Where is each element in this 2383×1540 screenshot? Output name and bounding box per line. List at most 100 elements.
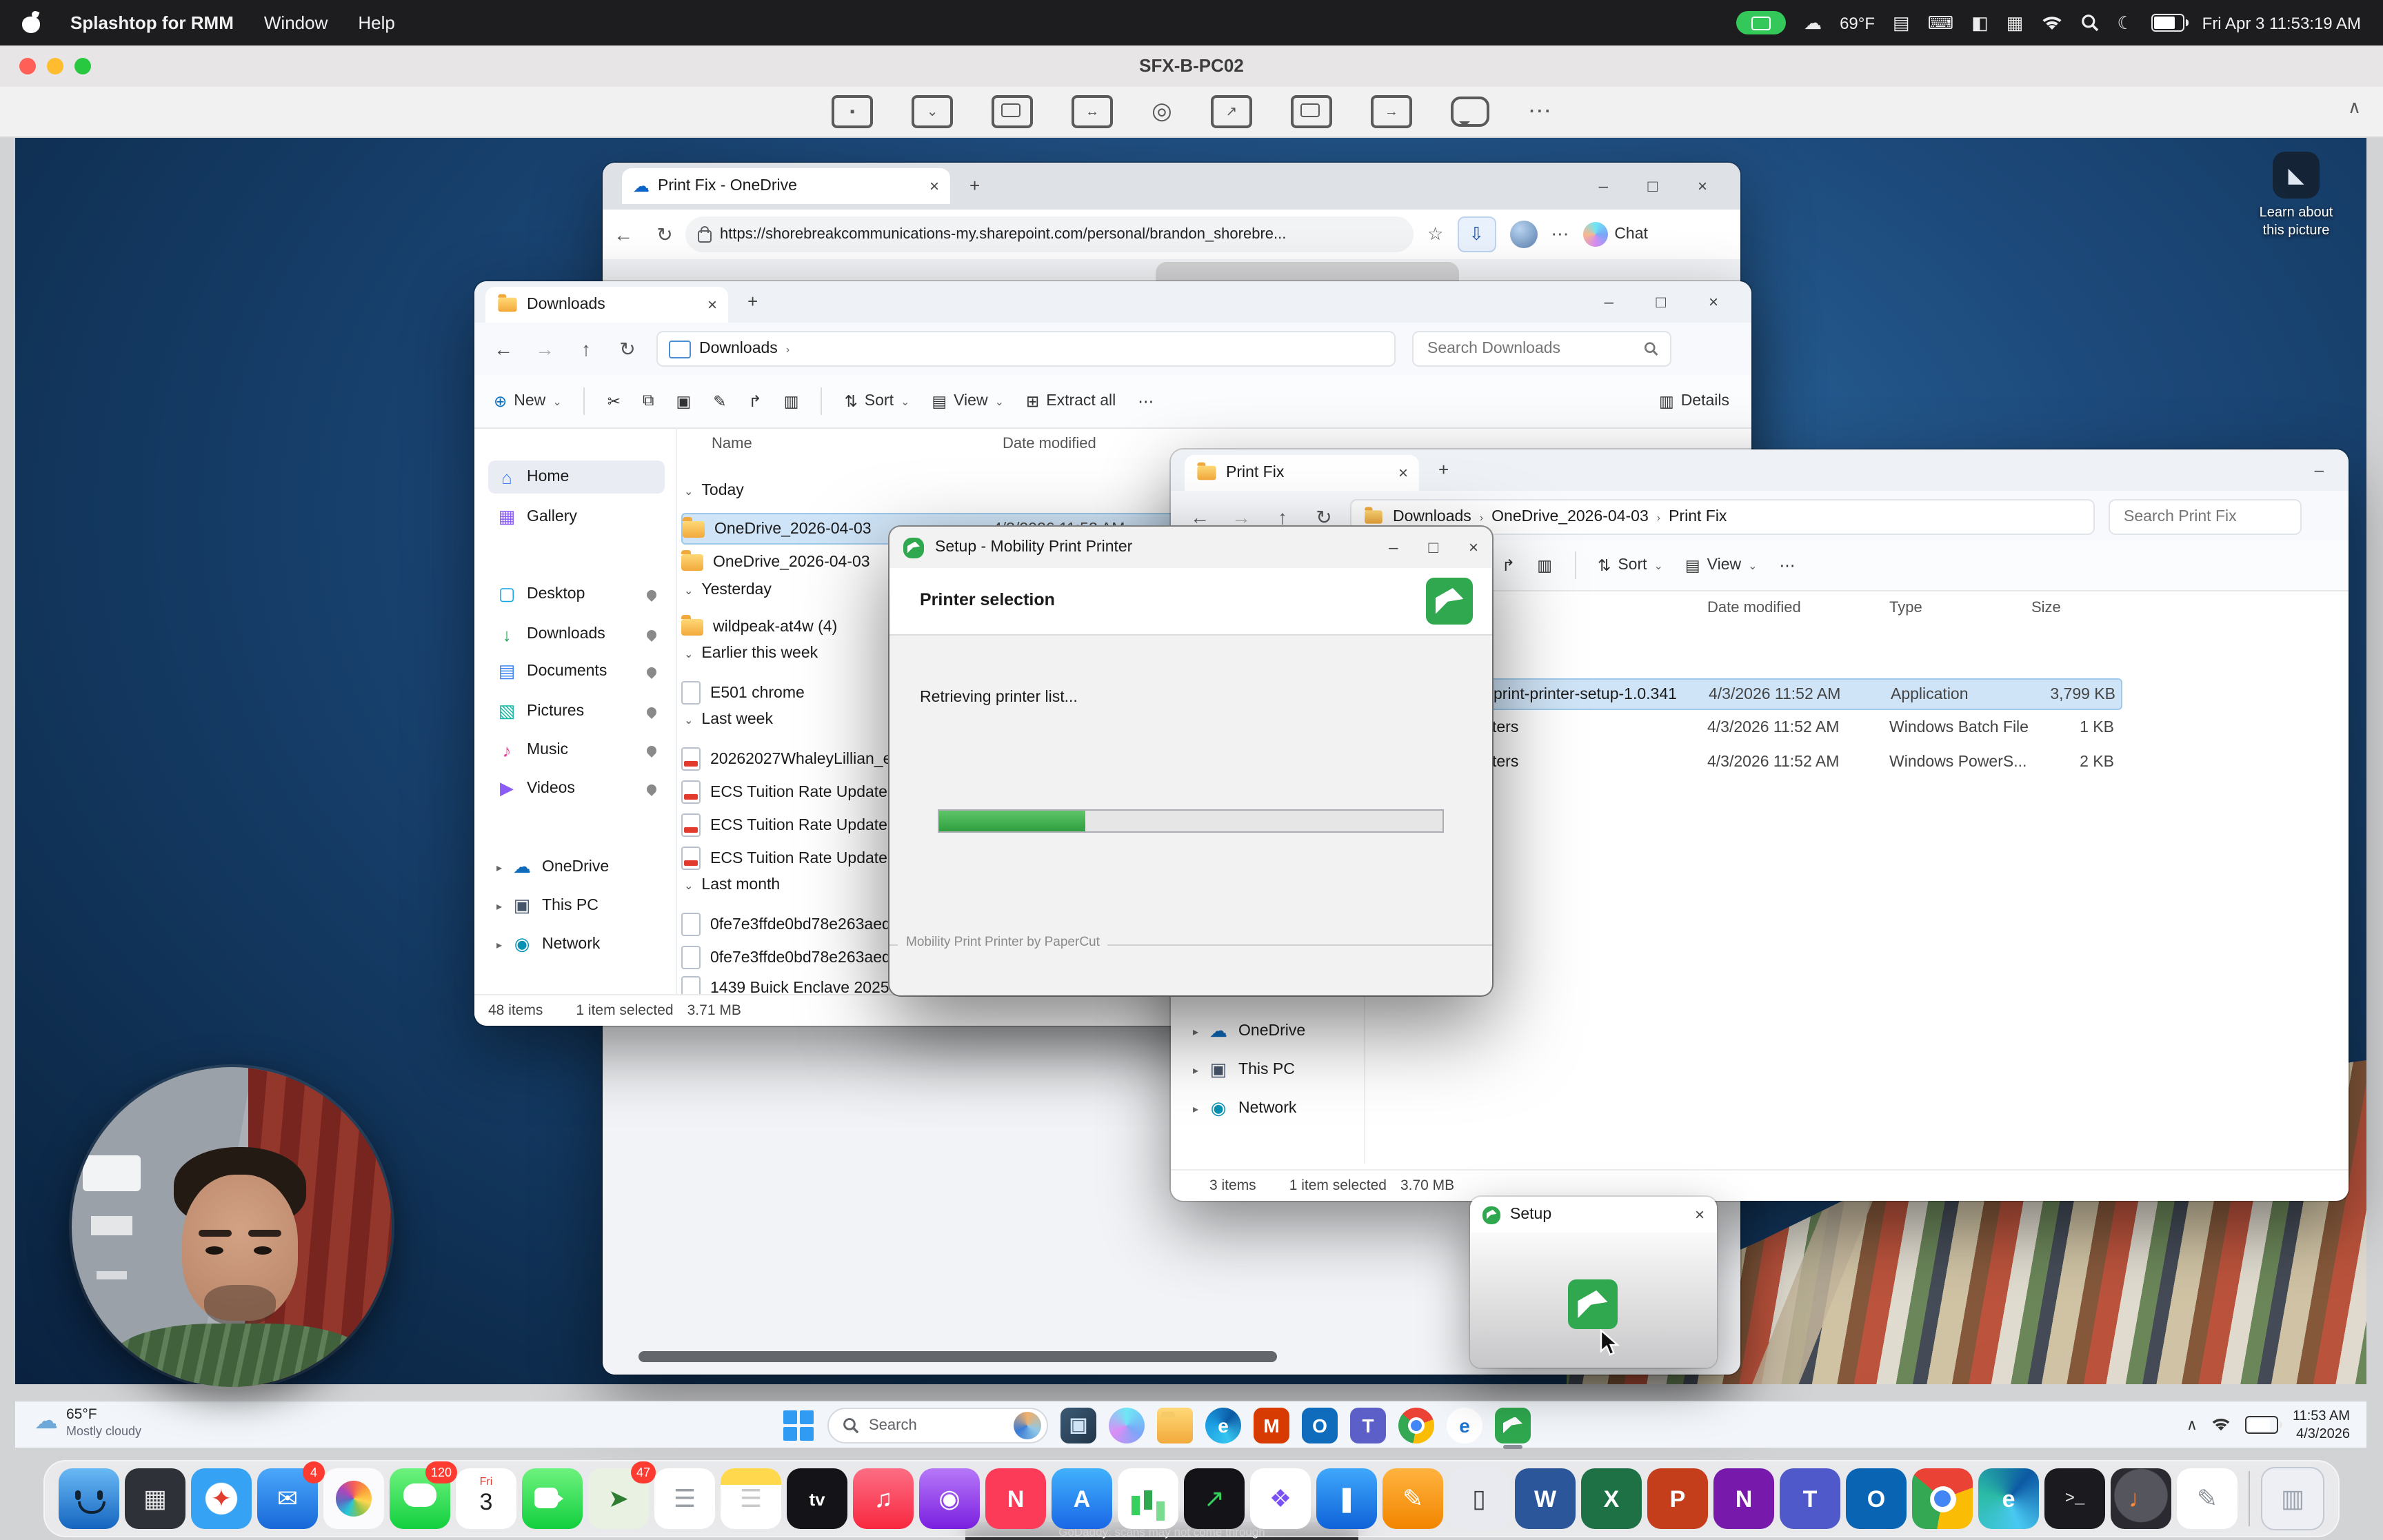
more-options-icon[interactable]: ⋯	[1528, 98, 1551, 125]
maximize-icon[interactable]: □	[1656, 292, 1667, 312]
sidebar-item-videos[interactable]: ▶Videos	[488, 772, 665, 805]
sidebar-item-pictures[interactable]: ▧Pictures	[488, 695, 665, 728]
screen-recording-indicator[interactable]	[1736, 11, 1786, 34]
taskbar-app-internet-explorer[interactable]: e	[1447, 1407, 1482, 1443]
sidebar-item-documents[interactable]: ▤Documents	[488, 655, 665, 688]
sidebar-item-this-pc[interactable]: ▸▣This PC	[488, 889, 665, 922]
dock-item-music[interactable]: ♫	[853, 1468, 914, 1529]
breadcrumb-onedrive-folder[interactable]: OneDrive_2026-04-03	[1491, 509, 1649, 525]
dock-item-reminders[interactable]: ☰	[654, 1468, 715, 1529]
group-last-week[interactable]: ⌄Last week	[684, 711, 773, 728]
rename-icon[interactable]: ✎	[713, 392, 726, 411]
breadcrumb-print-fix[interactable]: Print Fix	[1669, 509, 1727, 525]
dock-item-news[interactable]: N	[985, 1468, 1046, 1529]
dock-item-keynote[interactable]: ❚	[1316, 1468, 1377, 1529]
monitor-select-icon[interactable]: ⌄	[912, 95, 953, 128]
grid-icon[interactable]: ▦	[2007, 12, 2024, 34]
app-menu[interactable]: Splashtop for RMM	[70, 12, 234, 33]
cloud-status-icon[interactable]: ☁	[1804, 12, 1822, 34]
dock-item-notes[interactable]: ☰	[721, 1468, 781, 1529]
dock-item-freeform[interactable]: ❖	[1250, 1468, 1311, 1529]
menubar-clock[interactable]: Fri Apr 3 11:53:19 AM	[2202, 13, 2361, 32]
search-input[interactable]	[1425, 339, 1636, 358]
dock-item-photos[interactable]	[323, 1468, 384, 1529]
back-icon[interactable]: ←	[1179, 506, 1220, 528]
extract-all-button[interactable]: ⊞ Extract all	[1026, 392, 1116, 411]
close-icon[interactable]: ×	[1709, 292, 1718, 312]
hidden-icons-chevron[interactable]: ∧	[2186, 1416, 2198, 1434]
dock-item-finder[interactable]	[59, 1468, 119, 1529]
search-box[interactable]	[1412, 331, 1671, 367]
paste-icon[interactable]: ▣	[676, 392, 691, 411]
dock-item-facetime[interactable]	[522, 1468, 583, 1529]
downloads-tab[interactable]: Downloads ×	[485, 287, 728, 323]
delete-icon[interactable]: ▥	[1537, 556, 1552, 575]
dock-item-textedit[interactable]: ✎	[2177, 1468, 2238, 1529]
learn-about-this-picture[interactable]: ◣ Learn about this picture	[2237, 152, 2355, 240]
taskbar-app-edge[interactable]: e	[1205, 1407, 1241, 1443]
close-icon[interactable]: ×	[1698, 176, 1707, 196]
dock-item-terminal[interactable]: >_	[2044, 1468, 2105, 1529]
back-icon[interactable]: ←	[483, 338, 524, 360]
taskbar-app-outlook[interactable]: O	[1302, 1407, 1338, 1443]
close-tab-icon[interactable]: ×	[929, 176, 939, 196]
column-date-modified[interactable]: Date modified	[1707, 600, 1801, 616]
printfix-tab[interactable]: Print Fix ×	[1185, 455, 1419, 491]
edge-tab[interactable]: ☁ Print Fix - OneDrive ×	[622, 168, 950, 204]
multi-monitor-icon[interactable]	[992, 95, 1033, 128]
new-button[interactable]: ⊕New⌄	[494, 392, 562, 411]
minimize-icon[interactable]: –	[1389, 538, 1398, 557]
profile-avatar[interactable]	[1509, 221, 1537, 248]
window-switch-icon[interactable]	[1291, 95, 1332, 128]
taskbar-app-copilot[interactable]	[1109, 1407, 1145, 1443]
back-icon[interactable]: ←	[603, 223, 644, 245]
dock-item-onenote[interactable]: N	[1713, 1468, 1774, 1529]
dock-item-pages[interactable]: ✎	[1382, 1468, 1443, 1529]
group-yesterday[interactable]: ⌄Yesterday	[684, 582, 772, 598]
more-icon[interactable]: ⋯	[1138, 392, 1154, 411]
up-icon[interactable]: ↑	[565, 338, 607, 360]
sidebar-item-downloads[interactable]: ↓Downloads	[488, 618, 665, 651]
spotlight-icon[interactable]	[2081, 14, 2099, 32]
fullscreen-icon[interactable]: ↗	[1211, 95, 1252, 128]
taskbar-weather-widget[interactable]: ☁ 65°F Mostly cloudy	[34, 1406, 141, 1437]
apple-menu-icon[interactable]	[22, 12, 40, 33]
sidebar-item-onedrive[interactable]: ▸☁OneDrive	[488, 851, 665, 884]
taskbar-app-chrome[interactable]	[1398, 1407, 1434, 1443]
tree-item-onedrive[interactable]: ▸☁OneDrive	[1185, 1015, 1361, 1048]
dock-item-word[interactable]: W	[1515, 1468, 1576, 1529]
dock-item-trash[interactable]: ▥	[2261, 1467, 2324, 1530]
fit-screen-icon[interactable]: ↔	[1072, 95, 1113, 128]
dock-item-maps[interactable]: ➤47	[588, 1468, 649, 1529]
battery-icon[interactable]	[2151, 14, 2184, 32]
sort-button[interactable]: ⇅ Sort⌄	[845, 392, 910, 411]
setup-preview-window[interactable]: Setup ×	[1470, 1197, 1717, 1368]
taskbar-app-task-view[interactable]: ▣	[1060, 1407, 1096, 1443]
dock-item-excel[interactable]: X	[1581, 1468, 1642, 1529]
dock-item-phone-mirroring[interactable]: ▯	[1449, 1468, 1509, 1529]
taskbar-clock[interactable]: 11:53 AM 4/3/2026	[2293, 1407, 2350, 1443]
menu-window[interactable]: Window	[264, 12, 328, 33]
keyboard-icon[interactable]: ⌨	[1928, 12, 1954, 34]
close-preview-icon[interactable]: ×	[1695, 1205, 1705, 1224]
taskbar-app-microsoft-365[interactable]: M	[1254, 1407, 1289, 1443]
window-manager-icon[interactable]: ▤	[1893, 12, 1910, 34]
downloads-icon[interactable]: ⇩	[1457, 216, 1496, 252]
column-type[interactable]: Type	[1889, 600, 1922, 616]
minimize-icon[interactable]: –	[1599, 176, 1608, 196]
address-bar[interactable]: https://shorebreakcommunications-my.shar…	[685, 216, 1414, 252]
share-icon[interactable]: ↱	[1502, 556, 1515, 575]
group-last-month[interactable]: ⌄Last month	[684, 877, 780, 893]
new-tab-icon[interactable]: +	[969, 175, 980, 196]
menu-help[interactable]: Help	[358, 12, 395, 33]
taskbar-app-file-explorer[interactable]	[1157, 1407, 1193, 1443]
maximize-icon[interactable]: □	[1428, 538, 1438, 557]
group-today[interactable]: ⌄Today	[684, 483, 744, 499]
settings-more-icon[interactable]: ⋯	[1551, 223, 1569, 245]
start-button[interactable]	[782, 1408, 815, 1441]
column-date-modified[interactable]: Date modified	[1003, 436, 1096, 452]
dock-item-teams[interactable]: T	[1780, 1468, 1840, 1529]
sidebar-item-music[interactable]: ♪Music	[488, 733, 665, 767]
new-tab-icon[interactable]: +	[1438, 459, 1449, 480]
wifi-icon[interactable]	[2041, 14, 2063, 31]
